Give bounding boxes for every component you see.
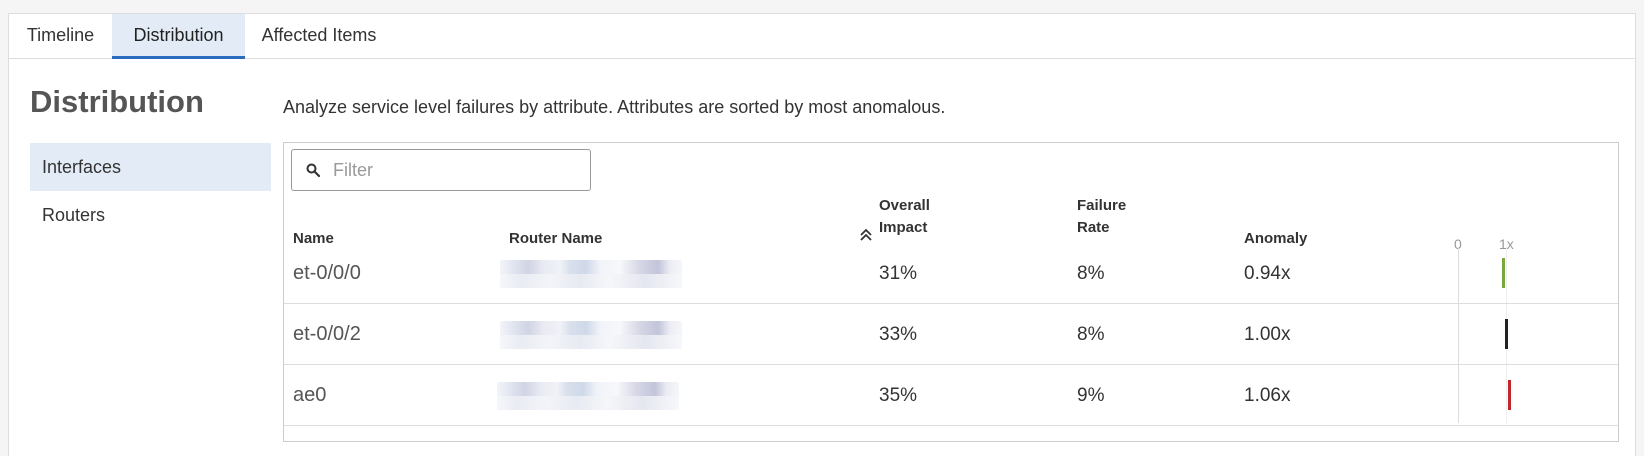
router-name-redacted [500, 260, 682, 288]
failure-rate: 8% [1077, 324, 1105, 345]
anomaly-bar [1507, 380, 1511, 410]
failure-rate: 8% [1077, 263, 1105, 284]
interface-name: et-0/0/2 [293, 323, 361, 345]
tab-bar: Timeline Distribution Affected Items [9, 14, 1635, 59]
filter-input[interactable] [333, 155, 583, 185]
table-row[interactable]: et-0/0/2 33% 8% 1.00x [284, 304, 1618, 365]
page-title: Distribution [30, 84, 204, 119]
overall-impact: 35% [879, 385, 918, 406]
failure-rate: 9% [1077, 385, 1105, 406]
anomaly-value: 0.94x [1244, 263, 1291, 284]
sidebar-item-interfaces[interactable]: Interfaces [30, 143, 271, 191]
header-line: Overall [879, 197, 930, 214]
anomaly-value: 1.06x [1244, 385, 1291, 406]
router-name-redacted [497, 382, 679, 410]
filter-box [291, 149, 591, 191]
router-name-redacted [500, 321, 682, 349]
overall-impact: 31% [879, 263, 918, 284]
sidebar-item-routers[interactable]: Routers [30, 191, 271, 239]
header-line: Rate [1077, 219, 1110, 236]
column-header-failure-rate[interactable]: Failure Rate [1077, 195, 1126, 239]
anomaly-bar [1505, 319, 1508, 349]
sort-ascending-icon[interactable] [859, 228, 873, 242]
table-row[interactable]: ae0 35% 9% 1.06x [284, 365, 1618, 426]
distribution-table-panel: Name Router Name Overall Impact Failure … [283, 142, 1619, 442]
tab-distribution[interactable]: Distribution [112, 14, 245, 59]
anomaly-bar [1502, 258, 1506, 288]
header-line: Failure [1077, 197, 1127, 214]
column-header-overall-impact[interactable]: Overall Impact [879, 195, 930, 239]
tab-affected-items[interactable]: Affected Items [245, 14, 393, 59]
page-description: Analyze service level failures by attrib… [283, 97, 946, 117]
search-icon [306, 163, 320, 177]
tab-timeline[interactable]: Timeline [9, 14, 112, 59]
header-line: Impact [879, 219, 928, 236]
interface-name: ae0 [293, 384, 327, 406]
interface-name: et-0/0/0 [293, 262, 361, 284]
anomaly-value: 1.00x [1244, 324, 1291, 345]
table-row[interactable]: et-0/0/0 31% 8% 0.94x [284, 243, 1618, 304]
overall-impact: 33% [879, 324, 918, 345]
